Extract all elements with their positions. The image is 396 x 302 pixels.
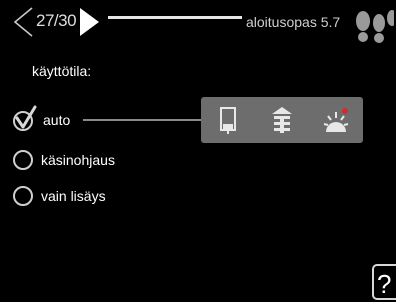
footprints-icon [356, 10, 394, 43]
option-label-kasinohjaus: käsinohjaus [41, 152, 115, 168]
play-right-icon[interactable] [78, 4, 100, 40]
screen-title: aloitusopas 5.7 [246, 14, 341, 30]
radio-option-auto[interactable]: auto [13, 105, 71, 134]
selection-connector [83, 119, 201, 121]
mode-icons-panel [201, 97, 363, 143]
page-counter: 27/30 [36, 11, 77, 30]
radio-option-vain-lisays[interactable]: vain lisäys [13, 182, 106, 210]
heating-radiator-icon [272, 107, 292, 133]
option-label-auto: auto [43, 112, 71, 128]
svg-text:?: ? [377, 269, 391, 299]
title-divider [108, 16, 242, 19]
sun-icon [323, 108, 349, 132]
chevron-left-icon[interactable] [12, 4, 34, 40]
question-icon[interactable]: ? [372, 264, 396, 300]
radio-option-kasinohjaus[interactable]: käsinohjaus [13, 146, 115, 174]
option-label-vain-lisays: vain lisäys [41, 188, 106, 204]
radio-circle-icon [13, 186, 33, 206]
radio-circle-icon [13, 150, 33, 170]
mode-label: käyttötila: [32, 63, 92, 79]
checkmark-icon [15, 105, 37, 129]
hot-water-tank-icon [220, 107, 236, 134]
